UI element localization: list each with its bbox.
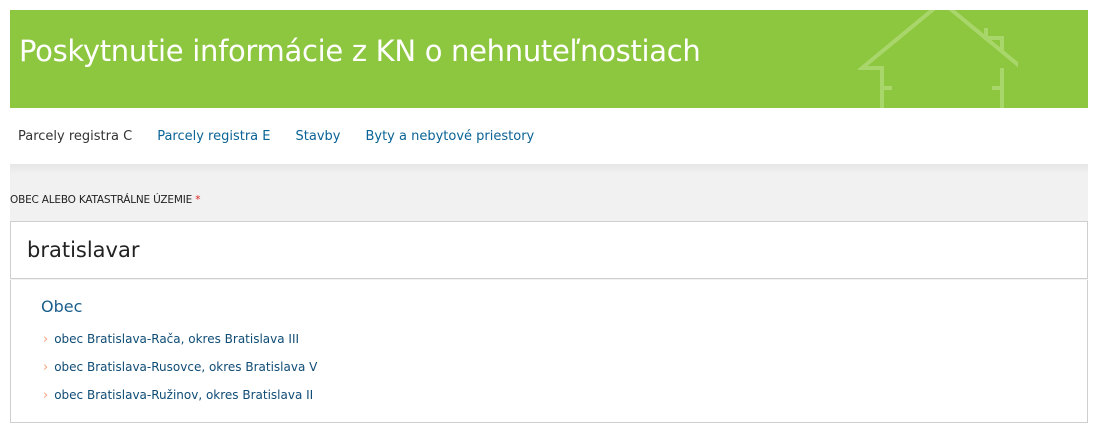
suggestion-label: obec Bratislava-Ružinov, okres Bratislav… <box>54 388 314 402</box>
tab-bar: Parcely registra C Parcely registra E St… <box>10 108 1088 180</box>
tab-stavby[interactable]: Stavby <box>296 129 341 144</box>
tab-label: Parcely registra C <box>18 128 133 144</box>
suggestion-item[interactable]: › obec Bratislava-Rusovce, okres Bratisl… <box>43 357 317 377</box>
chevron-right-icon: › <box>43 387 49 403</box>
house-icon <box>858 10 1018 108</box>
tab-label: Parcely registra E <box>157 128 271 144</box>
autocomplete-dropdown: Obec › obec Bratislava-Rača, okres Brati… <box>10 280 1088 423</box>
search-input[interactable] <box>10 221 1088 279</box>
suggestion-item[interactable]: › obec Bratislava-Rača, okres Bratislava… <box>43 329 299 349</box>
chevron-right-icon: › <box>43 359 49 375</box>
page-header: Poskytnutie informácie z KN o nehnuteľno… <box>10 10 1088 108</box>
tab-label: Byty a nebytové priestory <box>365 128 535 144</box>
field-label: OBEC ALEBO KATASTRÁLNE ÚZEMIE * <box>10 194 200 206</box>
page-title: Poskytnutie informácie z KN o nehnuteľno… <box>19 34 701 68</box>
suggestion-item[interactable]: › obec Bratislava-Ružinov, okres Bratisl… <box>43 385 313 405</box>
tab-parcely-registra-c[interactable]: Parcely registra C <box>18 128 133 180</box>
tab-byty-a-nebytove-priestory[interactable]: Byty a nebytové priestory <box>365 129 534 144</box>
required-marker: * <box>195 194 201 206</box>
suggestion-label: obec Bratislava-Rača, okres Bratislava I… <box>54 332 300 346</box>
search-form: OBEC ALEBO KATASTRÁLNE ÚZEMIE * Obec › o… <box>10 164 1088 423</box>
dropdown-group-title: Obec <box>41 297 83 316</box>
tab-parcely-registra-e[interactable]: Parcely registra E <box>157 129 270 144</box>
tab-label: Stavby <box>295 128 341 144</box>
field-label-text: OBEC ALEBO KATASTRÁLNE ÚZEMIE <box>10 194 193 206</box>
suggestion-label: obec Bratislava-Rusovce, okres Bratislav… <box>54 360 318 374</box>
chevron-right-icon: › <box>43 331 49 347</box>
